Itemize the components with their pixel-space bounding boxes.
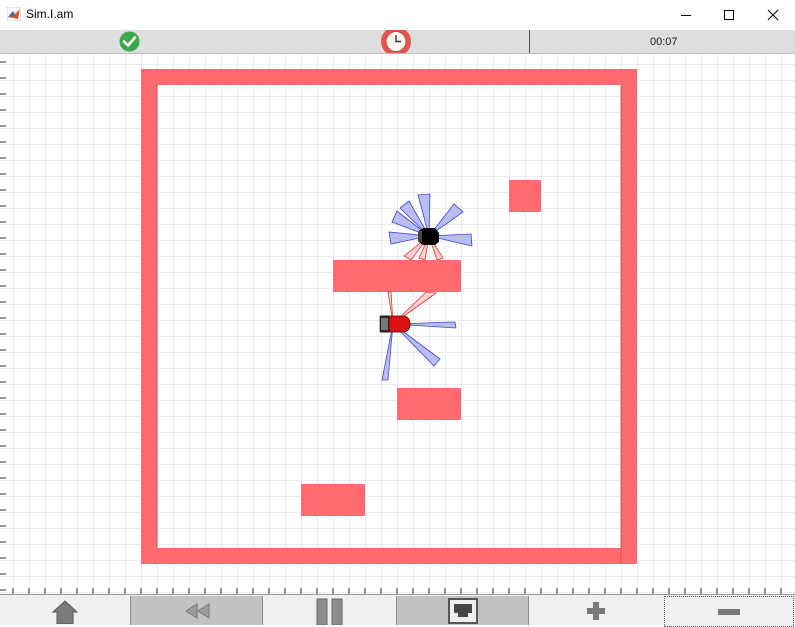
zoom-out-button[interactable] [664, 596, 794, 627]
wall-top [141, 69, 637, 85]
obstacle [509, 180, 541, 212]
obstacle [397, 388, 461, 420]
zoom-in-button[interactable] [529, 596, 662, 625]
network-button[interactable] [396, 596, 529, 625]
simulation-world[interactable] [0, 54, 795, 594]
obstacle [301, 484, 365, 516]
wall-right [621, 85, 637, 564]
minus-icon [718, 608, 740, 615]
pause-button[interactable] [263, 596, 396, 625]
network-port-icon [447, 597, 478, 624]
obstacle [333, 260, 461, 292]
home-icon [51, 599, 79, 624]
minimize-icon [680, 15, 691, 16]
rewind-button[interactable] [130, 596, 263, 625]
check-circle-icon [119, 31, 140, 52]
rewind-icon [184, 602, 209, 619]
minimize-button[interactable] [663, 0, 708, 30]
wall-bottom [141, 548, 637, 564]
matlab-app-icon [7, 7, 21, 21]
home-button[interactable] [0, 596, 130, 625]
wall-left [141, 69, 157, 548]
status-bar: 00:07 [0, 30, 795, 54]
bottom-toolbar [0, 594, 795, 627]
close-icon [767, 9, 778, 21]
elapsed-time: 00:07 [650, 36, 678, 48]
clock-icon[interactable] [380, 30, 412, 53]
robot-2[interactable] [418, 228, 439, 245]
window-title: Sim.I.am [26, 7, 74, 21]
maximize-button[interactable] [706, 0, 751, 30]
maximize-icon [723, 10, 734, 20]
pause-icon [316, 598, 342, 625]
status-divider [529, 30, 530, 53]
window-titlebar: Sim.I.am [0, 0, 795, 30]
robot-1[interactable] [379, 315, 411, 333]
plus-icon [586, 601, 605, 620]
close-button[interactable] [750, 0, 795, 30]
